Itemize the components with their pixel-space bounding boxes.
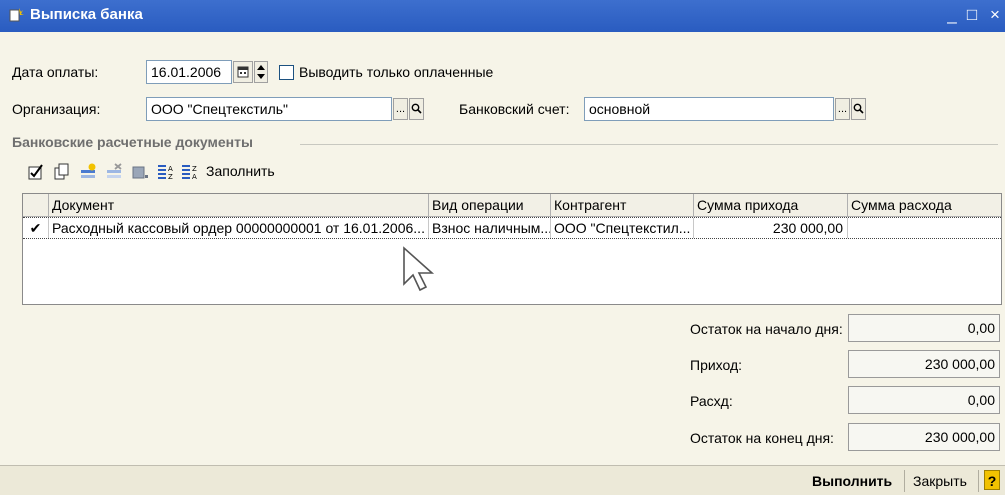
bank-statement-window: Выписка банка _ □ × Дата оплаты: 16.01.2… — [0, 0, 1005, 495]
close-window-button[interactable]: × — [985, 4, 1005, 26]
calendar-button[interactable] — [233, 61, 253, 83]
row-checkmark[interactable]: ✔ — [23, 218, 49, 238]
delete-row-icon[interactable] — [104, 162, 124, 182]
income-total-label: Приход: — [690, 357, 743, 373]
documents-table[interactable]: Документ Вид операции Контрагент Сумма п… — [22, 193, 1002, 305]
date-spinner[interactable] — [254, 61, 268, 83]
svg-text:Z: Z — [168, 173, 173, 181]
only-paid-label: Выводить только оплаченные — [299, 64, 494, 80]
income-total-value: 230 000,00 — [848, 350, 1000, 378]
payment-date-label: Дата оплаты: — [12, 64, 99, 80]
section-title: Банковские расчетные документы — [12, 134, 253, 150]
copy-row-icon[interactable] — [52, 162, 72, 182]
organization-label: Организация: — [12, 101, 101, 117]
row-operation[interactable]: Взнос наличным... — [429, 218, 551, 238]
mouse-cursor-icon — [403, 246, 435, 292]
end-balance-value: 230 000,00 — [848, 423, 1000, 451]
title-bar[interactable]: Выписка банка _ □ × — [0, 0, 1005, 32]
organization-field[interactable]: ООО "Спецтекстиль" — [146, 97, 392, 121]
only-paid-checkbox[interactable] — [279, 65, 294, 80]
svg-text:A: A — [192, 173, 197, 181]
execute-button[interactable]: Выполнить — [812, 473, 892, 489]
row-counterparty[interactable]: ООО "Спецтекстил... — [551, 218, 694, 238]
start-balance-label: Остаток на начало дня: — [690, 321, 843, 337]
help-button[interactable]: ? — [984, 470, 1000, 490]
svg-text:Z: Z — [192, 165, 197, 173]
header-income[interactable]: Сумма прихода — [694, 194, 848, 216]
header-document[interactable]: Документ — [49, 194, 429, 216]
add-row-icon[interactable] — [78, 162, 98, 182]
header-expense[interactable]: Сумма расхода — [848, 194, 1001, 216]
row-document[interactable]: Расходный кассовый ордер 00000000001 от … — [49, 218, 429, 238]
spinner-arrows-icon — [257, 65, 265, 79]
organization-open-button[interactable] — [409, 98, 424, 120]
bank-account-select-button[interactable]: ... — [835, 98, 850, 120]
minimize-button[interactable]: _ — [942, 4, 962, 26]
save-icon[interactable] — [130, 162, 150, 182]
button-separator — [978, 470, 979, 492]
sort-descending-icon[interactable]: Z A — [180, 162, 200, 182]
close-button[interactable]: Закрыть — [913, 473, 967, 489]
button-separator — [904, 470, 905, 492]
svg-text:A: A — [168, 165, 173, 173]
document-icon — [9, 8, 24, 22]
sort-ascending-icon[interactable]: A Z — [156, 162, 176, 182]
header-operation[interactable]: Вид операции — [429, 194, 551, 216]
bank-account-caption: Банковский счет: — [459, 101, 570, 117]
end-balance-label: Остаток на конец дня: — [690, 430, 834, 446]
bank-account-open-button[interactable] — [851, 98, 866, 120]
table-row[interactable]: ✔ Расходный кассовый ордер 00000000001 о… — [23, 217, 1001, 239]
magnifier-icon — [853, 103, 864, 114]
window-title: Выписка банка — [30, 6, 143, 23]
header-check-column — [23, 194, 49, 216]
magnifier-icon — [411, 103, 422, 114]
header-counterparty[interactable]: Контрагент — [551, 194, 694, 216]
payment-date-field[interactable]: 16.01.2006 — [146, 60, 232, 84]
fill-button[interactable]: Заполнить — [206, 163, 275, 179]
row-expense[interactable] — [848, 218, 1001, 238]
expense-total-value: 0,00 — [848, 386, 1000, 414]
bottom-button-bar: Выполнить Закрыть ? — [0, 465, 1005, 495]
section-divider — [300, 144, 998, 145]
start-balance-value: 0,00 — [848, 314, 1000, 342]
maximize-button[interactable]: □ — [962, 4, 982, 26]
expense-total-label: Расхд: — [690, 393, 733, 409]
organization-select-button[interactable]: ... — [393, 98, 408, 120]
row-income[interactable]: 230 000,00 — [694, 218, 848, 238]
bank-account-field[interactable]: основной — [584, 97, 834, 121]
check-all-icon[interactable] — [26, 162, 46, 182]
table-header: Документ Вид операции Контрагент Сумма п… — [23, 194, 1001, 217]
calendar-icon — [237, 66, 249, 78]
